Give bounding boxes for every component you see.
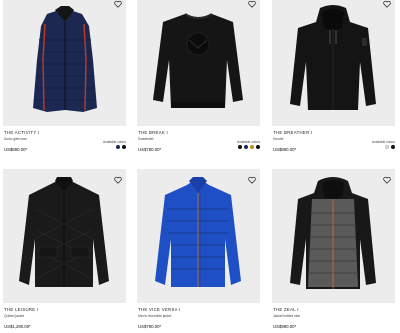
product-image[interactable] xyxy=(137,0,260,126)
sweatshirt-image xyxy=(153,13,243,108)
color-swatches xyxy=(238,145,260,149)
product-card[interactable]: THE ACTIVITY I Down gilet man Available … xyxy=(3,0,130,156)
heart-icon[interactable] xyxy=(248,176,256,184)
product-image[interactable] xyxy=(272,169,395,303)
product-price: US$690.00* xyxy=(4,147,28,152)
heart-icon[interactable] xyxy=(383,0,391,8)
product-price: US$990.00* xyxy=(273,324,297,329)
product-card[interactable]: THE BREAK I Sweatshirt Available colors … xyxy=(137,0,264,156)
product-image[interactable] xyxy=(272,0,395,126)
color-swatches xyxy=(116,145,126,149)
color-swatch[interactable] xyxy=(122,145,126,149)
product-grid: THE ACTIVITY I Down gilet man Available … xyxy=(0,0,400,332)
heart-icon[interactable] xyxy=(114,0,122,8)
color-swatch[interactable] xyxy=(244,145,248,149)
heart-icon[interactable] xyxy=(114,176,122,184)
hoodie-image xyxy=(290,5,376,110)
product-card[interactable]: THE BREATHER I Hoodie Available colors U… xyxy=(272,0,399,156)
heart-icon[interactable] xyxy=(383,176,391,184)
color-swatch[interactable] xyxy=(385,145,389,149)
product-subtitle: Jacket knitted side xyxy=(273,314,301,318)
color-swatch[interactable] xyxy=(116,145,120,149)
product-price: US$790.00* xyxy=(138,324,162,329)
reversible-puffer-jacket-image xyxy=(155,177,241,287)
color-swatch[interactable] xyxy=(238,145,242,149)
product-name[interactable]: THE ZEAL I xyxy=(273,307,299,312)
color-swatch[interactable] xyxy=(256,145,260,149)
product-card[interactable]: THE VICE VERSA I Men's reversible jacket… xyxy=(137,169,264,333)
product-image[interactable] xyxy=(137,169,260,303)
product-name[interactable]: THE LEISURE I xyxy=(4,307,38,312)
available-colors-label: Available colors xyxy=(102,140,126,144)
product-price: US$890.00* xyxy=(273,147,297,152)
product-name[interactable]: THE BREATHER I xyxy=(273,130,312,135)
available-colors-label: Available colors xyxy=(236,140,260,144)
product-card[interactable]: THE ZEAL I Jacket knitted side US$990.00… xyxy=(272,169,399,333)
color-swatch[interactable] xyxy=(391,145,395,149)
available-colors-label: Available colors xyxy=(371,140,395,144)
product-image[interactable] xyxy=(3,0,126,126)
product-subtitle: Sweatshirt xyxy=(138,137,154,141)
product-price: US$780.00* xyxy=(138,147,162,152)
product-card[interactable]: THE LEISURE I Quilted jacket US$1,290.00… xyxy=(3,169,130,333)
knitted-side-jacket-image xyxy=(290,177,376,289)
product-subtitle: Men's reversible jacket xyxy=(138,314,172,318)
heart-icon[interactable] xyxy=(248,0,256,8)
product-price: US$1,290.00* xyxy=(4,324,31,329)
product-subtitle: Hoodie xyxy=(273,137,284,141)
product-name[interactable]: THE BREAK I xyxy=(138,130,168,135)
product-image[interactable] xyxy=(3,169,126,303)
product-name[interactable]: THE ACTIVITY I xyxy=(4,130,39,135)
down-gilet-image xyxy=(33,6,97,112)
product-subtitle: Down gilet man xyxy=(4,137,27,141)
color-swatch[interactable] xyxy=(250,145,254,149)
product-name[interactable]: THE VICE VERSA I xyxy=(138,307,181,312)
product-subtitle: Quilted jacket xyxy=(4,314,24,318)
color-swatches xyxy=(385,145,395,149)
quilted-jacket-image xyxy=(19,177,109,287)
